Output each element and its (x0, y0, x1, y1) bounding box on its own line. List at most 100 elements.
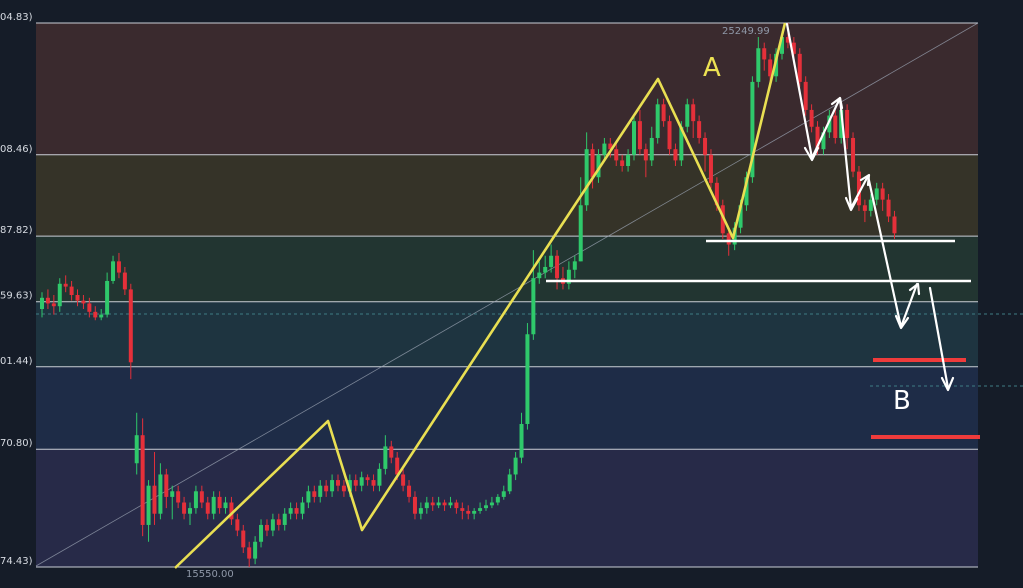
candle-body (128, 289, 133, 363)
candle-body (513, 457, 518, 475)
candle-body (703, 137, 708, 155)
candle-body (253, 541, 258, 559)
fib-level-label-2: 87.82) (0, 225, 33, 236)
candle-body (525, 334, 530, 424)
fib-level-labels: 04.83) 08.46) 87.82) 59.63) 01.44) 70.80) 74.4… (0, 12, 33, 567)
candle-body (436, 502, 441, 506)
fib-band-2 (36, 236, 978, 302)
candle-body (105, 280, 110, 315)
candle-body (442, 502, 447, 506)
fib-band-1 (36, 154, 978, 237)
candle-body (726, 233, 731, 245)
candle-body (193, 491, 198, 509)
fib-band-5 (36, 449, 978, 567)
candle-body (140, 435, 145, 525)
candle-body (288, 508, 293, 514)
candle-body (176, 491, 181, 503)
candle-body (259, 524, 264, 542)
candle-body (134, 435, 139, 464)
candle-body (531, 278, 536, 335)
candle-body (359, 477, 364, 486)
candle-body (466, 510, 471, 514)
candle-body (762, 48, 767, 60)
candle-body (708, 154, 713, 183)
candle-body (501, 491, 506, 497)
candle-body (803, 81, 808, 110)
candle-body (164, 474, 169, 497)
candle-body (182, 502, 187, 514)
candle-body (430, 502, 435, 506)
candle-body (685, 104, 690, 127)
candle-body (874, 188, 879, 200)
candle-body (851, 137, 856, 172)
high-price-label: 25249.99 (722, 26, 770, 37)
candle-body (51, 303, 56, 307)
candle-body (424, 502, 429, 509)
candle-body (69, 286, 74, 295)
candle-body (282, 513, 287, 525)
candle-body (276, 519, 281, 525)
fib-level-label-4: 01.44) (0, 356, 33, 367)
candle-body (880, 188, 885, 200)
candle-body (306, 491, 311, 503)
candle-body (549, 255, 554, 267)
candle-body (188, 508, 192, 514)
candle-body (152, 485, 157, 514)
candle-body (111, 261, 116, 281)
candle-body (620, 160, 625, 167)
candle-body (868, 199, 873, 211)
candle-body (407, 485, 412, 497)
price-chart[interactable]: 04.83) 08.46) 87.82) 59.63) 01.44) 70.80) 74.4… (0, 0, 1023, 588)
candle-body (833, 115, 838, 138)
fib-band-4 (36, 366, 978, 450)
candle-body (892, 216, 897, 234)
fib-level-label-0: 04.83) (0, 12, 33, 23)
low-price-label: 15550.00 (186, 569, 234, 580)
candle-body (632, 121, 636, 155)
candle-body (401, 474, 406, 486)
candle-body (45, 297, 50, 304)
candle-body (809, 109, 814, 127)
candle-body (223, 502, 228, 509)
candle-body (460, 508, 465, 511)
candle-body (217, 496, 222, 509)
candle-body (241, 530, 246, 548)
candle-body (584, 149, 589, 206)
candle-body (697, 121, 702, 138)
candle-body (146, 485, 151, 525)
candle-body (448, 502, 453, 506)
candle-body (383, 446, 388, 469)
candle-body (371, 480, 376, 486)
candle-body (572, 261, 577, 270)
candle-body (845, 109, 850, 138)
candle-body (673, 149, 678, 161)
candle-body (507, 474, 512, 492)
candle-body (886, 199, 891, 217)
candle-body (211, 496, 216, 514)
candle-body (649, 137, 654, 161)
candle-body (389, 446, 394, 458)
candle-body (537, 272, 542, 279)
candle-body (412, 496, 417, 514)
candle-body (312, 491, 317, 497)
candle-body (626, 154, 631, 167)
candle-body (519, 423, 524, 458)
candle-body (353, 480, 358, 486)
candle-body (87, 303, 92, 312)
candle-body (543, 266, 548, 273)
candle-body (643, 149, 648, 161)
candle-body (472, 510, 477, 514)
candle-body (336, 480, 340, 486)
candle-body (602, 143, 607, 155)
candle-body (555, 255, 560, 279)
candle-body (170, 491, 175, 497)
candle-body (637, 121, 642, 150)
candle-body (318, 485, 323, 497)
candle-body (478, 508, 483, 511)
candle-body (590, 149, 595, 178)
fib-level-label-6: 74.43) (0, 556, 33, 567)
candle-body (862, 205, 867, 211)
candle-body (330, 480, 335, 492)
candle-body (247, 547, 252, 559)
candle-body (691, 104, 696, 122)
